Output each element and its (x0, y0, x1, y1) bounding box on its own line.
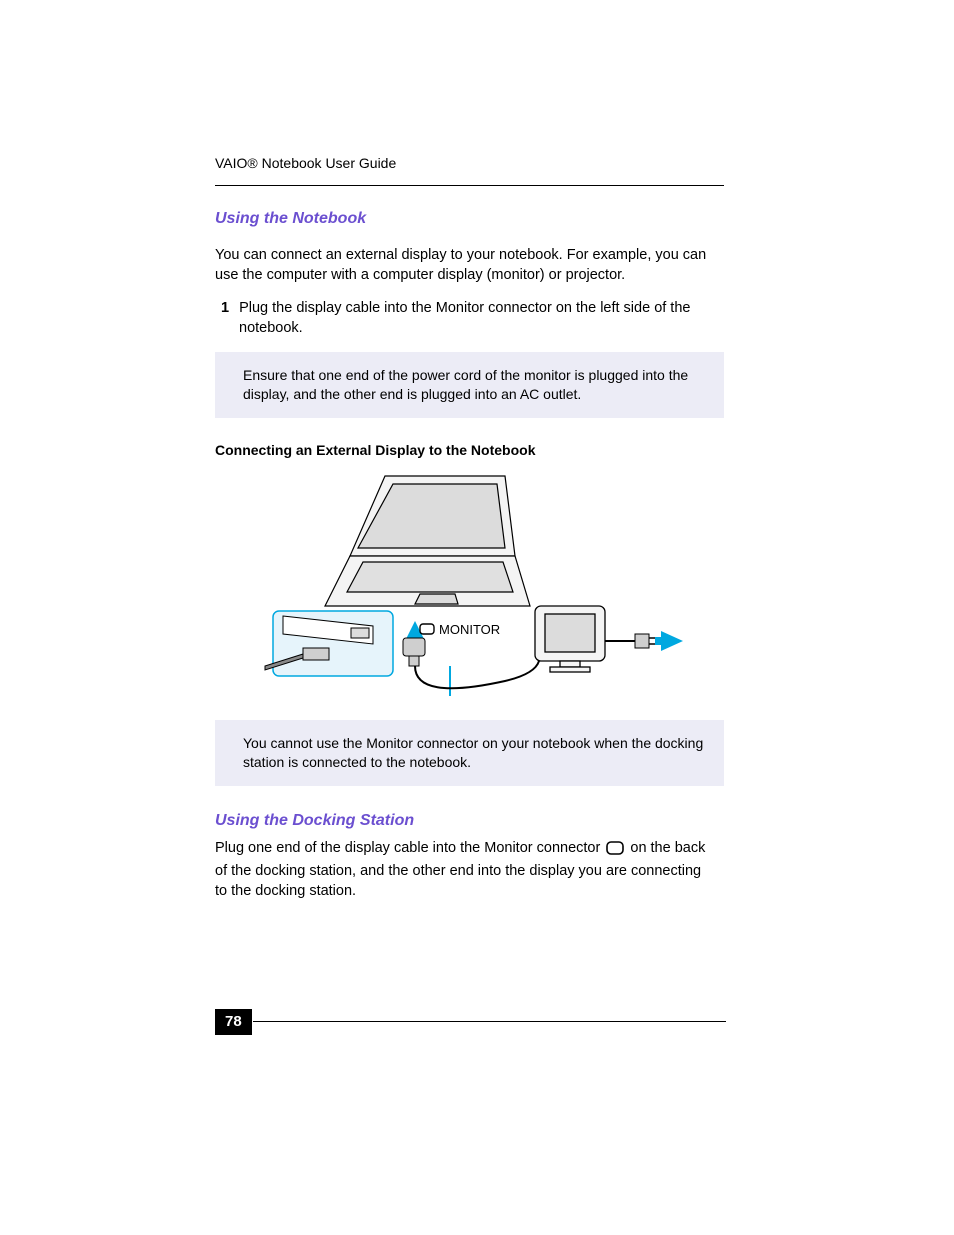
figure-diagram: MONITOR (215, 466, 724, 706)
vga-connector-icon (403, 638, 425, 666)
page-number: 78 (215, 1009, 252, 1035)
page: VAIO® Notebook User Guide Using the Note… (0, 0, 954, 1235)
docking-text-before: Plug one end of the display cable into t… (215, 840, 604, 856)
external-monitor-icon (535, 606, 605, 672)
running-head: VAIO® Notebook User Guide (215, 155, 724, 171)
docking-paragraph: Plug one end of the display cable into t… (215, 838, 715, 902)
step-text: Plug the display cable into the Monitor … (239, 300, 690, 336)
intro-paragraph: You can connect an external display to y… (215, 246, 710, 285)
note-box-power: Ensure that one end of the power cord of… (215, 352, 724, 418)
connection-diagram-icon: MONITOR (255, 466, 685, 706)
arrow-right-icon (655, 631, 683, 651)
step-1: 1Plug the display cable into the Monitor… (239, 299, 714, 338)
monitor-connector-icon (606, 841, 624, 861)
monitor-label-text: MONITOR (439, 622, 500, 637)
power-plug-icon (635, 634, 657, 648)
callout-box (265, 611, 393, 676)
footer-rule (253, 1021, 726, 1022)
page-header: VAIO® Notebook User Guide (215, 155, 724, 186)
header-rule (215, 185, 724, 186)
monitor-port-label: MONITOR (420, 622, 500, 637)
section-heading-docking: Using the Docking Station (215, 812, 724, 830)
page-footer: 78 (215, 1009, 725, 1035)
step-number: 1 (221, 300, 229, 316)
page-body: Using the Notebook You can connect an ex… (215, 210, 724, 902)
section-heading-notebook: Using the Notebook (215, 210, 724, 228)
figure-title: Connecting an External Display to the No… (215, 442, 724, 458)
note-box-docking: You cannot use the Monitor connector on … (215, 720, 724, 786)
